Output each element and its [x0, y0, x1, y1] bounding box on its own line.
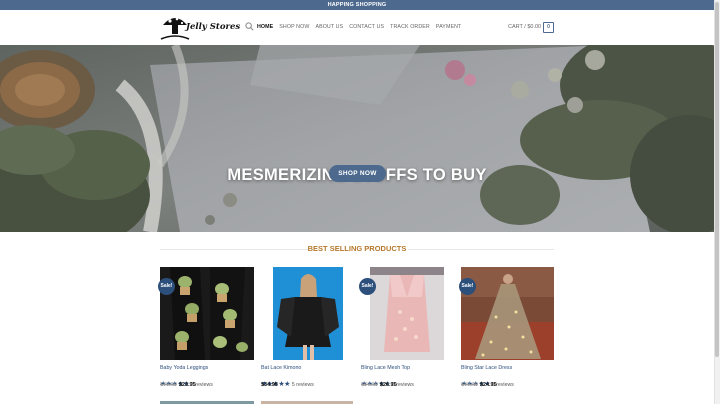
product-photo-star-dress — [461, 267, 554, 360]
page-scrollbar[interactable] — [714, 0, 720, 404]
nav-about-us[interactable]: ABOUT US — [315, 22, 343, 32]
product-rating: ★★★★★ 5 reviews — [261, 373, 314, 388]
product-rating: ★★★★★ 7 reviews — [160, 373, 213, 388]
nav-home[interactable]: HOME — [257, 22, 273, 32]
product-photo-mesh-top — [370, 267, 444, 360]
sale-price: $24.95 — [479, 382, 497, 388]
product-rating: ★★★★★ 6 reviews — [361, 373, 414, 388]
best-selling-section-header: BEST SELLING PRODUCTS — [160, 244, 554, 254]
nav-payment[interactable]: PAYMENT — [436, 22, 462, 32]
product-image[interactable] — [160, 267, 254, 360]
sale-badge: Sale! — [359, 278, 376, 295]
old-price: $54.99 — [361, 382, 378, 388]
hero-background-image — [0, 45, 714, 232]
sale-price: $26.95 — [379, 382, 397, 388]
logo-text: Jelly Stores — [186, 22, 241, 32]
product-price: $49.99 $23.95 — [160, 381, 196, 389]
nav-track-order[interactable]: TRACK ORDER — [390, 22, 430, 32]
cart-count-badge[interactable]: 0 — [543, 22, 554, 33]
product-price: $54.99 $26.95 — [361, 381, 397, 389]
product-price: $34.95 — [261, 381, 278, 389]
review-count: 5 reviews — [291, 382, 314, 388]
sale-badge: Sale! — [459, 278, 476, 295]
scrollbar-thumb[interactable] — [715, 2, 719, 357]
search-icon[interactable] — [245, 22, 254, 31]
product-name[interactable]: Bling Star Lace Dress — [461, 365, 512, 371]
main-nav: HOME SHOP NOW ABOUT US CONTACT US TRACK … — [257, 22, 467, 32]
nav-shop-now[interactable]: SHOP NOW — [279, 22, 309, 32]
top-announcement-bar: HAPPING SHOPPING — [0, 0, 714, 10]
product-image[interactable] — [370, 267, 444, 360]
sale-badge: Sale! — [158, 278, 175, 295]
product-price: $49.99 $24.95 — [461, 381, 497, 389]
product-image[interactable] — [461, 267, 554, 360]
old-price: $49.99 — [461, 382, 478, 388]
product-photo-kimono — [273, 267, 343, 360]
hero-banner: MESMERIZING STUFFS TO BUY SHOP NOW — [0, 45, 714, 232]
product-name[interactable]: Baby Yoda Leggings — [160, 365, 208, 371]
product-price-value: $34.95 — [261, 382, 278, 388]
announcement-text: HAPPING SHOPPING — [327, 2, 387, 8]
section-title: BEST SELLING PRODUCTS — [307, 244, 407, 253]
site-logo[interactable]: Jelly Stores — [160, 13, 240, 43]
sale-price: $23.95 — [178, 382, 196, 388]
product-name[interactable]: Bat Lace Kimono — [261, 365, 301, 371]
product-name[interactable]: Bling Lace Mesh Top — [361, 365, 410, 371]
product-image[interactable] — [273, 267, 343, 360]
old-price: $49.99 — [160, 382, 177, 388]
cart-link[interactable]: CART / $0.00 — [508, 22, 541, 32]
product-rating: ★★★★★ 6 reviews — [461, 373, 514, 388]
hero-shop-now-button[interactable]: SHOP NOW — [329, 165, 386, 182]
nav-contact-us[interactable]: CONTACT US — [349, 22, 384, 32]
product-photo-leggings — [160, 267, 254, 360]
